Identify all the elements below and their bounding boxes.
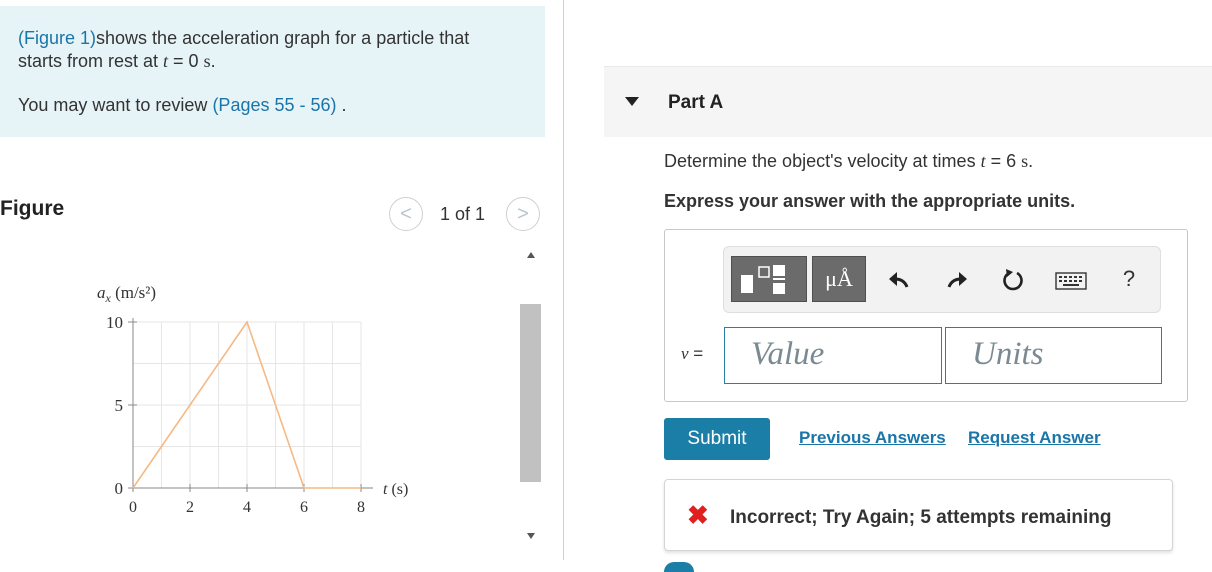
period: .: [210, 51, 216, 71]
intro-panel: (Figure 1)shows the acceleration graph f…: [0, 6, 545, 137]
y-tick-label: 0: [115, 479, 124, 498]
undo-arrow-icon: [889, 272, 909, 288]
chart-axes: [132, 318, 373, 489]
templates-button[interactable]: [731, 256, 807, 302]
chevron-right-icon: >: [517, 202, 529, 225]
next-figure-button[interactable]: >: [506, 197, 540, 231]
equals-text: = 0: [168, 51, 204, 71]
review-pages-link[interactable]: (Pages 55 - 56): [212, 95, 336, 115]
feedback-badge: [664, 562, 694, 572]
part-title: Part A: [668, 92, 724, 113]
x-tick-label: 8: [357, 499, 365, 516]
intro-text-2: starts from rest at: [18, 51, 164, 71]
scroll-down-arrow[interactable]: [527, 533, 535, 539]
intro-text-1: shows the acceleration graph for a parti…: [96, 28, 470, 48]
help-button[interactable]: ?: [1114, 264, 1144, 294]
question-text: Determine the object's velocity at times…: [664, 151, 1034, 171]
acceleration-chart: 0 2 4 6 8 0 5 10 ax (m/s²) t (s): [97, 283, 408, 516]
y-tick-label: 5: [115, 396, 124, 415]
reset-icon: [1003, 269, 1023, 291]
previous-figure-button[interactable]: <: [389, 197, 423, 231]
undo-button[interactable]: [882, 265, 916, 295]
x-tick-label: 4: [243, 499, 251, 516]
intro-line-1: (Figure 1)shows the acceleration graph f…: [18, 28, 469, 49]
figure-pager-text: 1 of 1: [440, 204, 486, 224]
review-text: You may want to review: [18, 95, 213, 115]
chart-ticks: 0 2 4 6 8 0 5 10: [106, 313, 365, 516]
answer-instruction: Express your answer with the appropriate…: [664, 191, 1076, 211]
value-input[interactable]: Value: [724, 327, 942, 384]
reset-button[interactable]: [996, 265, 1030, 295]
incorrect-x-icon: ✖: [687, 500, 709, 530]
units-button[interactable]: μÅ: [812, 256, 866, 302]
caret-down-icon[interactable]: [625, 97, 639, 106]
chart-grid: [132, 321, 362, 489]
fraction-template-icon: [741, 265, 785, 294]
redo-arrow-icon: [947, 272, 967, 288]
x-tick-label: 6: [300, 499, 308, 516]
previous-answers-link[interactable]: Previous Answers: [799, 428, 946, 448]
x-axis-label: t (s): [383, 481, 408, 498]
figure-link[interactable]: (Figure 1): [18, 28, 96, 48]
answer-variable-label: v =: [681, 344, 704, 363]
units-input[interactable]: Units: [945, 327, 1162, 384]
pane-divider[interactable]: [563, 0, 564, 560]
keyboard-icon: [1055, 272, 1087, 290]
scroll-up-arrow[interactable]: [527, 252, 535, 258]
scrollbar-thumb[interactable]: [520, 304, 541, 482]
submit-button[interactable]: Submit: [664, 418, 770, 460]
x-tick-label: 2: [186, 499, 194, 516]
chevron-left-icon: <: [400, 202, 412, 225]
redo-button[interactable]: [940, 265, 974, 295]
units-button-label: μÅ: [825, 266, 853, 291]
unit-seconds: s: [203, 51, 211, 71]
keyboard-button[interactable]: [1052, 267, 1090, 295]
help-icon: ?: [1122, 266, 1136, 291]
review-suffix: .: [336, 95, 347, 115]
request-answer-link[interactable]: Request Answer: [968, 428, 1101, 448]
y-axis-label: ax (m/s²): [97, 283, 156, 305]
y-tick-label: 10: [106, 313, 123, 332]
feedback-message: Incorrect; Try Again; 5 attempts remaini…: [730, 507, 1112, 528]
figure-heading: Figure: [0, 197, 65, 220]
x-tick-label: 0: [129, 499, 137, 516]
intro-line-2: starts from rest at t = 0 s.: [18, 51, 216, 72]
review-line: You may want to review (Pages 55 - 56) .: [18, 95, 347, 116]
